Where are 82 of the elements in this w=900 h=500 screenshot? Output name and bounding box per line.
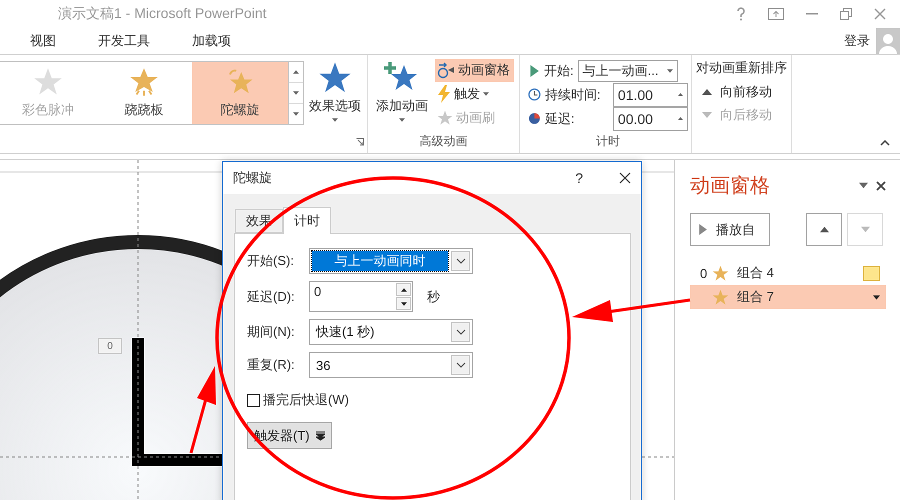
reorder-button[interactable]: 向前移动 [696,80,788,104]
play-icon [528,64,540,77]
triangle-up-icon [820,225,828,234]
effect-options-button[interactable]: 效果选项 [306,58,364,153]
ribbon-command-button[interactable]: 动画窗格 [435,58,514,82]
play-icon [697,224,708,235]
field-label: 期间(N): [247,323,296,341]
animation-effect-item[interactable]: 陀螺旋 [192,62,288,124]
sign-in-link[interactable]: 登录 [844,32,870,50]
menu-tab[interactable]: 开发工具 [98,32,150,50]
burst-star-icon [33,66,63,97]
caret-icon [293,68,299,75]
animation-effect-item[interactable]: 跷跷板 [96,62,192,124]
ribbon-command-button[interactable]: 触发 [435,82,514,106]
more-icon [293,110,299,117]
pane-title: 动画窗格 [690,174,771,199]
move-up-button[interactable] [806,213,842,246]
caret-icon [678,116,683,122]
chevron-down-icon [456,329,466,335]
star-icon [712,264,729,282]
group-label: 高级动画 [418,133,468,150]
menu-tab[interactable]: 视图 [30,32,56,50]
dialog-title: 陀螺旋 [233,169,273,187]
close-icon[interactable] [619,172,631,184]
delay-label: 延迟: [544,110,576,128]
star-brush-icon [437,110,453,126]
animation-list-item[interactable]: 0 组合 4 [690,261,886,285]
start-label: 开始: [544,62,574,80]
add-animation-button[interactable]: 添加动画 [371,58,433,133]
animation-list-item[interactable]: 组合 7 [690,285,886,309]
caret-icon [332,116,338,123]
triangle-down-icon [702,110,712,120]
group-label: 计时 [595,133,621,150]
animation-number-tag: 0 [98,338,122,354]
rewind-checkbox[interactable]: 播完后快退(W) [247,391,618,409]
avatar-silhouette-icon[interactable] [876,28,900,54]
menu-tab[interactable]: 加载项 [192,32,231,50]
collapse-ribbon-icon[interactable] [880,140,890,146]
close-icon[interactable] [876,180,886,190]
field-label: 延迟(D): [247,288,296,306]
field-label: 重复(R): [247,356,296,374]
chevron-down-icon [456,362,466,368]
chevron-down-icon [456,258,466,264]
field-label: 开始(S): [247,252,295,270]
restore-icon[interactable] [840,8,852,20]
ribbon-display-icon[interactable] [768,8,784,20]
help-icon[interactable] [736,6,746,21]
caret-icon [483,91,489,98]
dropdown-field[interactable]: 快速(1 秒) [309,319,473,345]
clock-icon [528,88,541,102]
delay-spinner[interactable]: 00.00 [612,106,688,131]
double-caret-icon [316,430,325,440]
unit-label: 秒 [427,288,440,306]
triangle-down-icon [860,225,870,234]
clock-arrow-icon [437,61,455,80]
dropdown-field[interactable]: 36 [309,352,473,378]
caret-icon [666,68,673,74]
caret-icon [400,286,406,292]
caret-icon [293,90,299,96]
caret-icon [873,294,880,300]
caret-icon [400,300,406,306]
caret-icon [678,92,683,98]
dropdown-field[interactable]: 与上一动画同时 [309,248,473,274]
pane-options-icon [859,181,868,190]
bouncing-star-icon [129,66,159,97]
caret-icon [399,116,405,123]
start-dropdown[interactable]: 与上一动画... [578,60,678,82]
spinner-field[interactable]: 0 [309,281,413,312]
minimize-icon[interactable] [806,12,818,15]
play-from-button[interactable]: 播放自 [690,213,770,246]
star-icon [712,288,729,306]
pie-clock-icon [528,112,541,126]
lightning-icon [437,85,451,104]
help-button[interactable]: ? [575,170,583,186]
star-icon [318,60,352,95]
duration-label: 持续时间: [544,86,602,104]
duration-spinner[interactable]: 01.00 [612,82,688,107]
window-title: 演示文稿1 - Microsoft PowerPoint [58,4,268,23]
reorder-title: 对动画重新排序 [696,58,788,77]
dialog-tab[interactable]: 计时 [283,207,331,234]
dialog-launcher-icon[interactable] [356,138,364,146]
triangle-up-icon [702,87,712,98]
